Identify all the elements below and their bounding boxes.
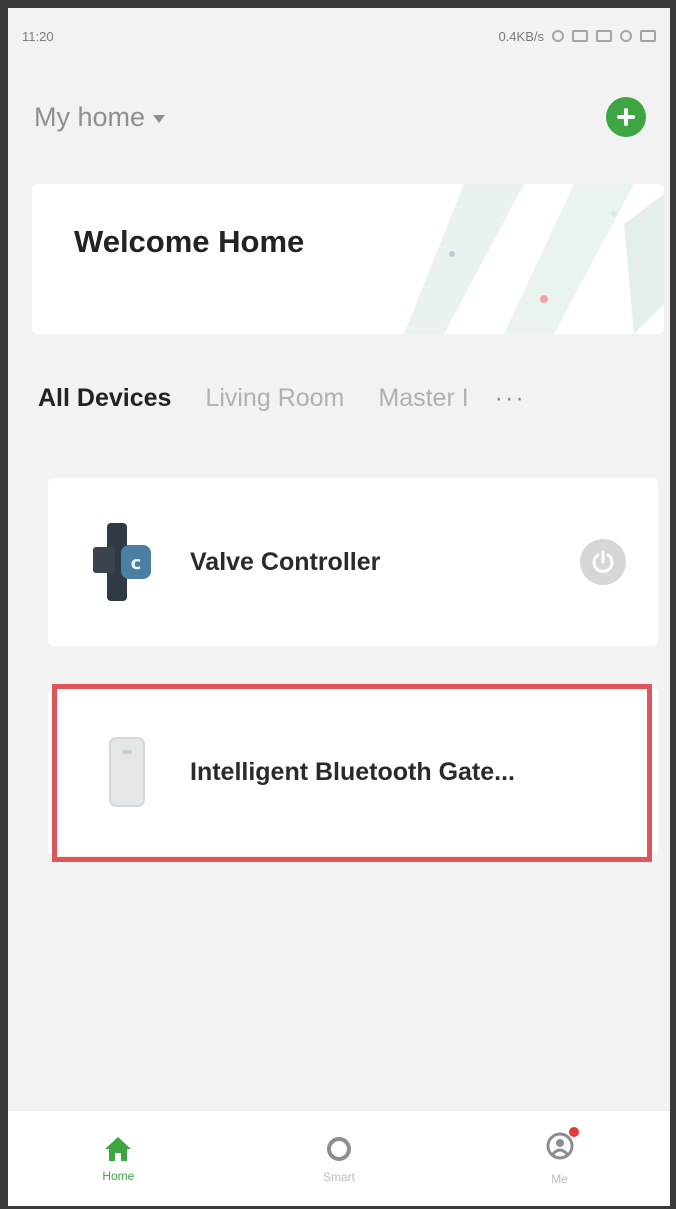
- wifi-icon: [620, 30, 632, 42]
- battery-icon: [640, 30, 656, 42]
- nav-me[interactable]: Me: [500, 1127, 620, 1186]
- status-time: 11:20: [22, 28, 54, 44]
- welcome-illustration: [404, 184, 664, 334]
- device-name: Valve Controller: [190, 547, 381, 576]
- nav-smart[interactable]: Smart: [279, 1134, 399, 1184]
- room-tabs: All Devices Living Room Master I ···: [8, 368, 670, 428]
- svg-text:c: c: [131, 553, 142, 574]
- plus-icon: [617, 108, 635, 126]
- home-icon: [105, 1136, 132, 1161]
- welcome-title: Welcome Home: [74, 224, 305, 259]
- device-card-valve-controller[interactable]: c Valve Controller: [48, 478, 658, 646]
- more-tabs-button[interactable]: ···: [495, 384, 526, 413]
- notification-dot: [568, 1127, 579, 1137]
- nav-me-label: Me: [551, 1172, 568, 1186]
- profile-icon-wrap: [545, 1127, 579, 1166]
- nav-smart-label: Smart: [322, 1169, 355, 1184]
- power-icon: [592, 550, 614, 573]
- status-bar: 11:20 0.4KB/s: [8, 8, 670, 64]
- gateway-icon: [86, 722, 166, 822]
- caret-down-icon: [153, 115, 166, 123]
- nav-home-label: Home: [102, 1168, 135, 1183]
- network-speed: 0.4KB/s: [498, 28, 544, 44]
- nav-home[interactable]: Home: [58, 1135, 178, 1183]
- tab-all-devices[interactable]: All Devices: [38, 384, 171, 413]
- bottom-nav: Home Smart Me: [8, 1110, 670, 1206]
- tab-master-room[interactable]: Master I: [378, 384, 468, 413]
- header: My home: [8, 82, 670, 152]
- app-screen: 11:20 0.4KB/s My home Welcome Home All D…: [8, 8, 670, 1206]
- valve-icon: c: [86, 512, 166, 612]
- signal-icon: [596, 30, 612, 42]
- home-selector[interactable]: My home: [34, 101, 166, 133]
- device-name: Intelligent Bluetooth Gate...: [190, 757, 515, 786]
- add-device-button[interactable]: [606, 97, 646, 137]
- welcome-card: Welcome Home: [32, 184, 664, 334]
- power-button[interactable]: [580, 539, 626, 585]
- tab-living-room[interactable]: Living Room: [205, 384, 344, 413]
- status-icons: 0.4KB/s: [498, 29, 656, 44]
- alarm-icon: [552, 30, 564, 42]
- vibrate-icon: [572, 30, 588, 42]
- device-card-bluetooth-gateway[interactable]: Intelligent Bluetooth Gate...: [48, 688, 658, 856]
- home-name: My home: [34, 101, 146, 132]
- smart-icon: [326, 1136, 351, 1161]
